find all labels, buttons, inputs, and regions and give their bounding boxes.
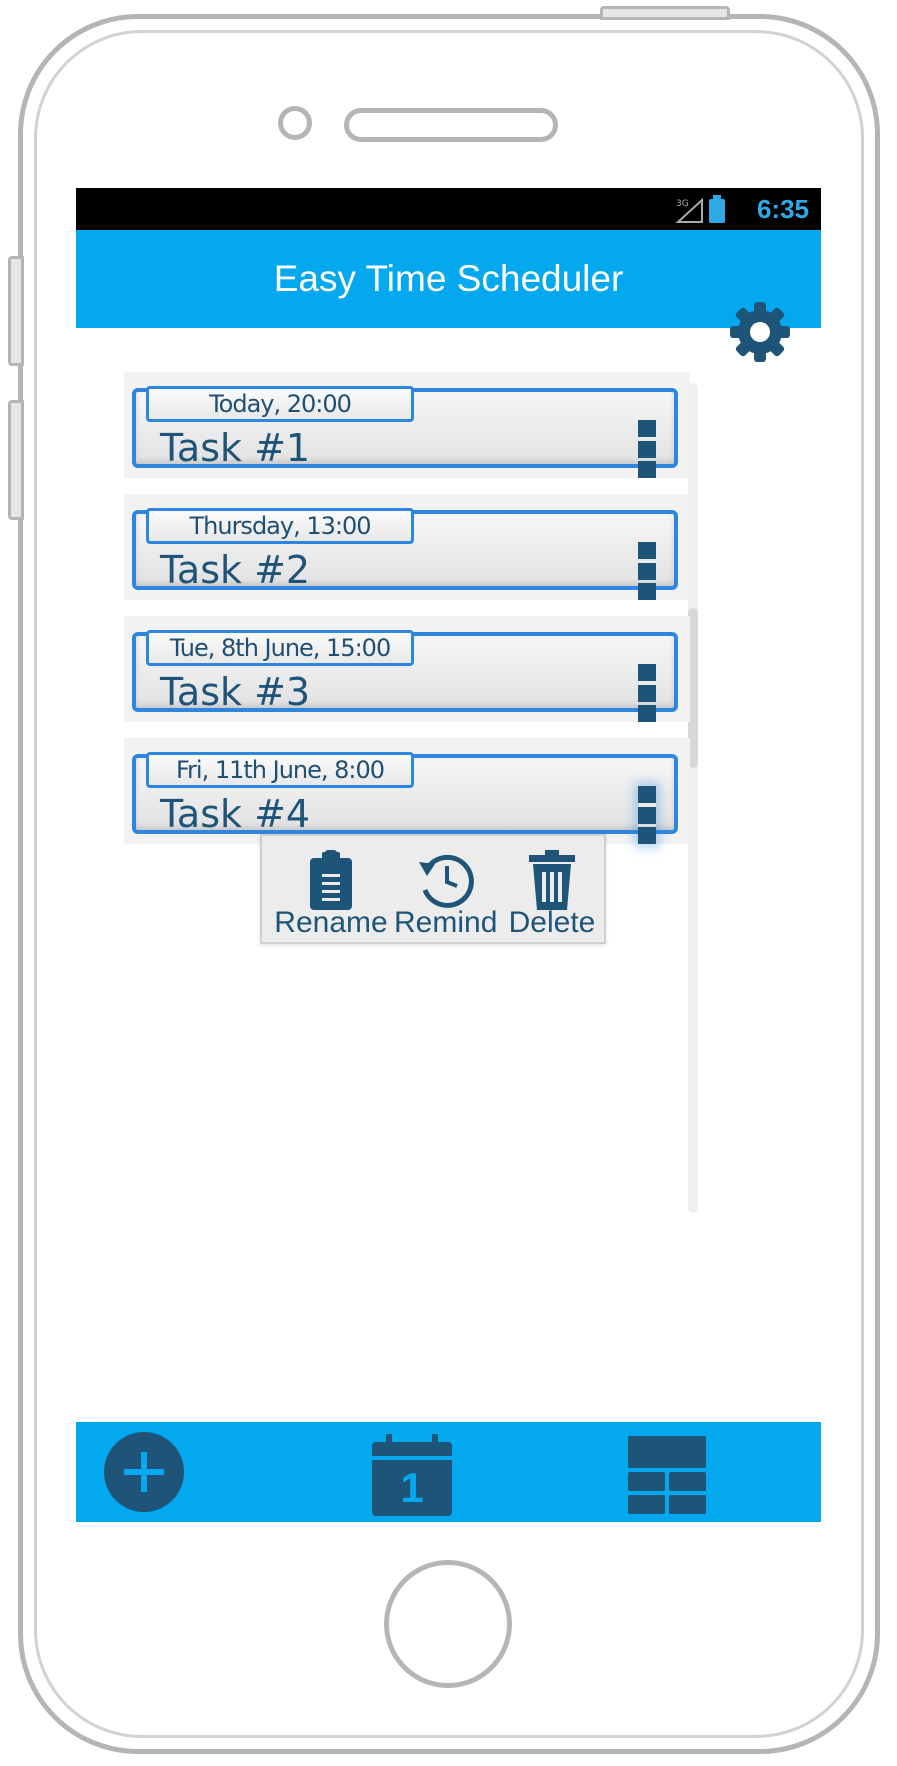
task-menu-icon[interactable] [638,664,656,722]
task-title: Task #4 [160,792,311,836]
app-header: Easy Time Scheduler [76,230,821,328]
task-card-body[interactable]: Today, 20:00 Task #1 [132,386,678,478]
screen: 3G 6:35 Easy Time Scheduler Today, 20:00… [76,188,821,1522]
task-title: Task #1 [160,426,311,470]
task-card[interactable]: Thursday, 13:00 Task #2 [124,494,690,600]
clipboard-icon [310,850,352,910]
task-action-popup: Rename Remind Delete [260,834,606,944]
calendar-day: 1 [400,1464,424,1511]
task-card-body[interactable]: Thursday, 13:00 Task #2 [132,508,678,600]
bottom-nav-bar: 1 [76,1422,821,1522]
task-card[interactable]: Today, 20:00 Task #1 [124,372,690,478]
task-title: Task #3 [160,670,311,714]
delete-button[interactable]: Delete [500,836,604,946]
task-card-body[interactable]: Fri, 11th June, 8:00 Task #4 [132,752,678,844]
app-title: Easy Time Scheduler [273,258,624,299]
delete-label: Delete [508,906,596,939]
volume-button [8,400,24,520]
task-title: Task #2 [160,548,311,592]
front-camera [278,106,312,140]
calendar-icon[interactable]: 1 [372,1434,452,1516]
grid-view-icon[interactable] [628,1436,706,1514]
gear-icon[interactable] [728,300,792,364]
task-menu-icon[interactable] [638,786,656,844]
trash-icon [529,850,575,910]
power-button [600,6,730,20]
signal-3g-icon: 3G [675,197,703,223]
task-menu-icon[interactable] [638,420,656,478]
mute-switch [8,256,24,366]
status-bar: 3G 6:35 [76,188,821,230]
task-card[interactable]: Tue, 8th June, 15:00 Task #3 [124,616,690,722]
task-date: Fri, 11th June, 8:00 [146,752,414,788]
rename-label: Rename [274,906,388,939]
task-date: Thursday, 13:00 [146,508,414,544]
rename-button[interactable]: Rename [272,836,390,946]
history-clock-icon [419,854,474,908]
battery-icon [709,195,725,223]
task-card-body[interactable]: Tue, 8th June, 15:00 Task #3 [132,630,678,722]
status-time: 6:35 [756,194,809,224]
plus-icon[interactable] [104,1432,184,1512]
svg-text:3G: 3G [676,199,689,209]
task-card[interactable]: Fri, 11th June, 8:00 Task #4 [124,738,690,844]
remind-label: Remind [394,906,498,939]
earpiece-speaker [344,108,558,142]
remind-button[interactable]: Remind [394,836,498,946]
task-menu-icon[interactable] [638,542,656,600]
home-button[interactable] [384,1560,512,1688]
task-date: Tue, 8th June, 15:00 [146,630,414,666]
task-date: Today, 20:00 [146,386,414,422]
